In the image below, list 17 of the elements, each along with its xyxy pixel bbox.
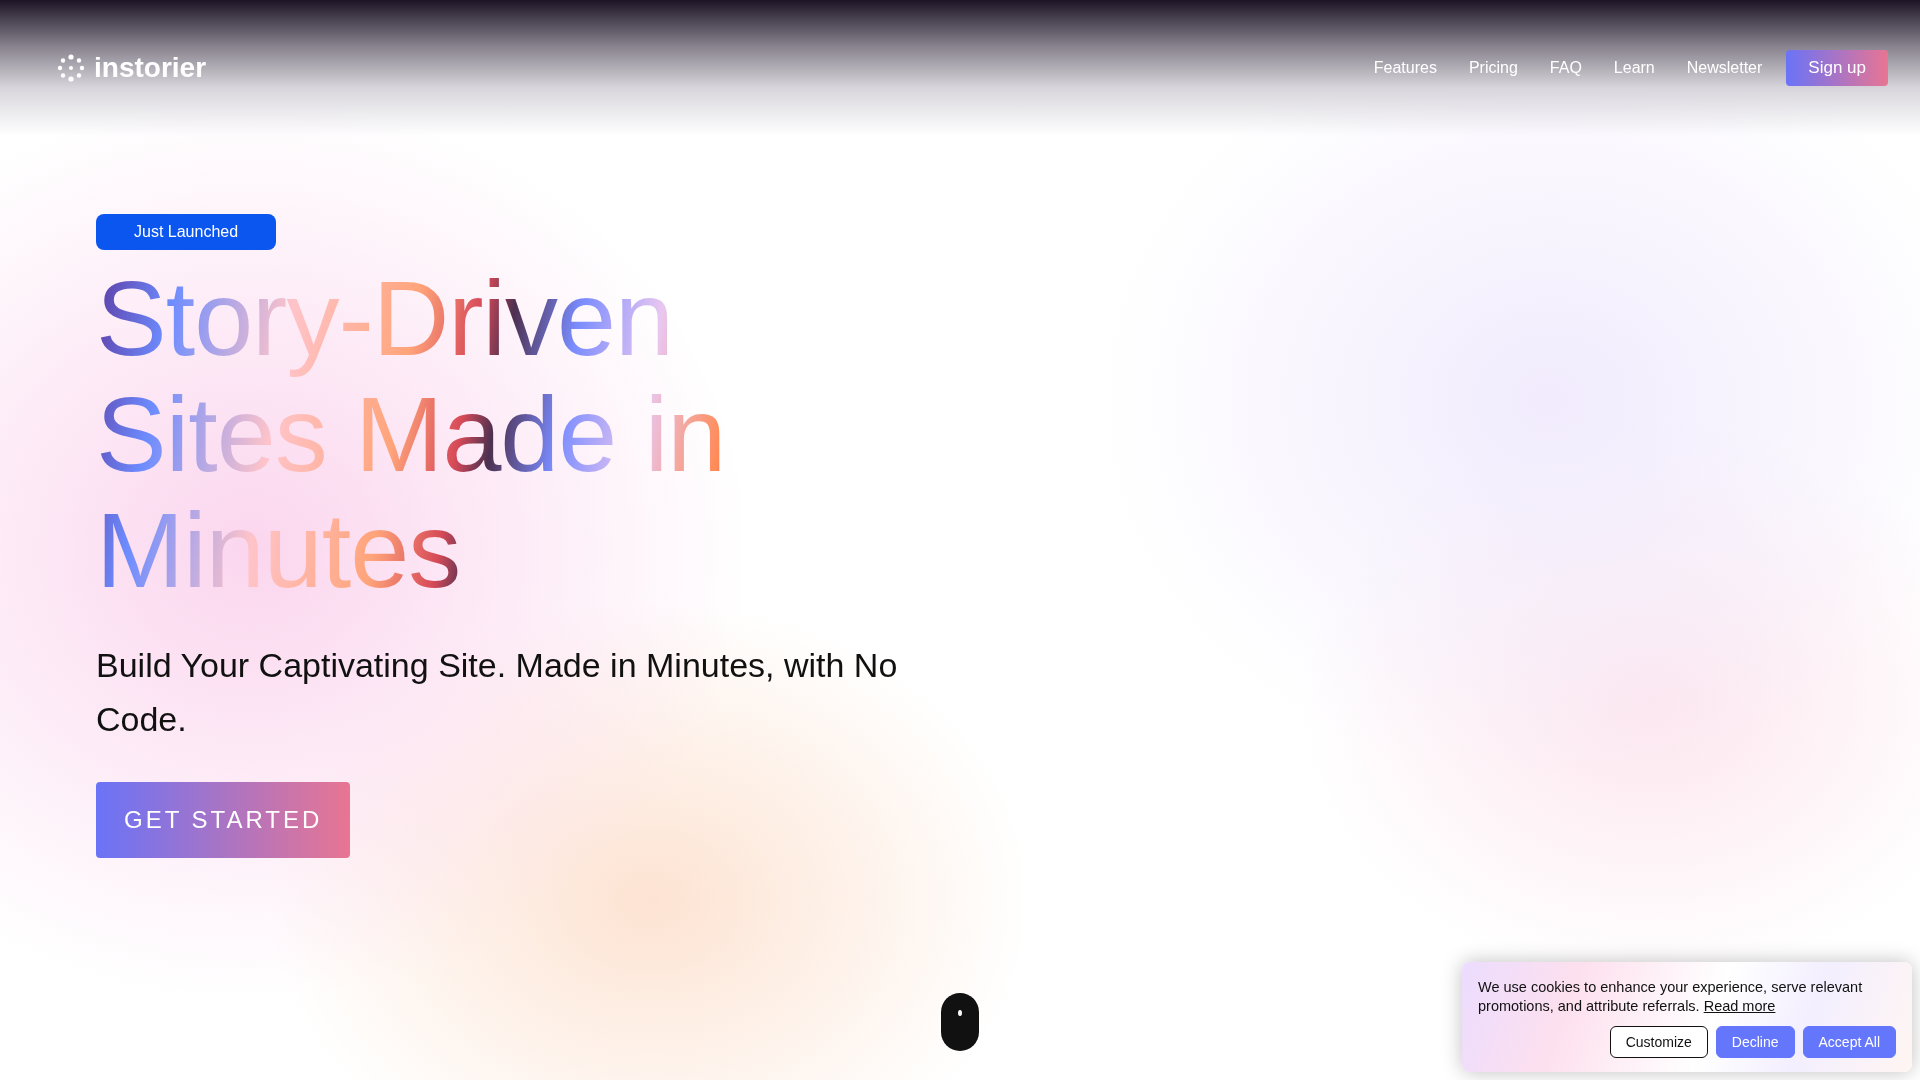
cookie-button[interactable]: Decline: [1715, 1026, 1795, 1058]
scroll-mouse-icon: [940, 992, 980, 1052]
nav-link[interactable]: FAQ: [1549, 59, 1582, 77]
nav-link[interactable]: Learn: [1613, 59, 1655, 77]
nav-link[interactable]: Pricing: [1468, 59, 1518, 77]
nav-link[interactable]: Features: [1373, 59, 1437, 77]
nav-link[interactable]: Newsletter: [1686, 59, 1763, 77]
cookie-message: We use cookies to enhance your experience, serve relevant promotions, and attribute referrals. Read more: [1478, 978, 1864, 1016]
cookie-button[interactable]: Customize: [1609, 1026, 1708, 1058]
launch-badge: Just Launched: [96, 214, 277, 250]
get-started-button[interactable]: GET STARTED: [96, 782, 351, 858]
read-more-link[interactable]: Read more: [1703, 998, 1776, 1014]
logo-text[interactable]: instorier: [94, 52, 207, 84]
signup-button[interactable]: Sign up: [1786, 50, 1888, 86]
cookie-button[interactable]: Accept All: [1802, 1026, 1896, 1058]
logo-dots-icon: [56, 53, 86, 83]
hero-subtitle: Build Your Captivating Site. Made in Minutes, with No Code.: [96, 645, 899, 740]
